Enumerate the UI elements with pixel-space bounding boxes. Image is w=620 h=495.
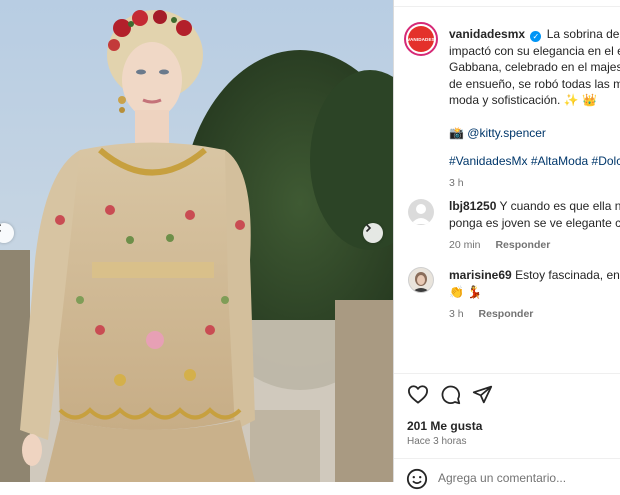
comment-text-line-1: Y cuando es que ella no (500, 199, 620, 213)
header-divider (394, 0, 620, 7)
caption-line-3: Gabbana, celebrado en el majestu (449, 59, 620, 76)
caption-line-1: La sobrina de la p (547, 27, 620, 41)
comment-input[interactable] (438, 470, 618, 486)
comment-username[interactable]: lbj81250 (449, 199, 496, 213)
comment-item: marisine69 Estoy fascinada, encan 👏 💃 3 … (449, 267, 620, 323)
photo-illustration (0, 0, 393, 482)
avatar-logo: VANIDADES (408, 26, 434, 52)
comment-time: 3 h (449, 308, 464, 320)
author-avatar[interactable]: VANIDADES (404, 22, 438, 56)
comment-text-line-2: ponga es joven se ve elegante con (449, 215, 620, 232)
caption-line-5: moda y sofisticación. ✨ 👑 (449, 92, 620, 109)
comment-text-line-2: 👏 💃 (449, 284, 620, 301)
comment-icon[interactable] (440, 384, 461, 410)
caption-mention[interactable]: 📸 @kitty.spencer (449, 125, 620, 142)
verified-badge-icon: ✓ (530, 31, 541, 42)
reply-button[interactable]: Responder (479, 308, 534, 320)
comment-avatar[interactable] (408, 199, 434, 225)
comment-text-line-1: Estoy fascinada, encan (515, 268, 620, 282)
comment-item: lbj81250 Y cuando es que ella no ponga e… (449, 198, 620, 254)
post-caption: vanidadesmx ✓ La sobrina de la p impactó… (449, 26, 620, 191)
share-icon[interactable] (472, 384, 493, 410)
caption-time: 3 h (449, 175, 620, 192)
caption-line-4: de ensueño, se robó todas las mir (449, 76, 620, 93)
profile-photo (409, 268, 433, 292)
actions-divider (394, 373, 620, 374)
comments-panel: VANIDADES vanidadesmx ✓ La sobrina de la… (394, 0, 620, 482)
heart-icon[interactable] (407, 384, 429, 409)
comment-time: 20 min (449, 239, 481, 251)
post-photo[interactable] (0, 0, 393, 482)
comment-avatar[interactable] (408, 267, 434, 293)
caption-hashtags[interactable]: #VanidadesMx #AltaModa #Dolce (449, 153, 620, 170)
post-time-ago: Hace 3 horas (407, 436, 466, 447)
default-avatar-icon (408, 199, 434, 225)
comment-username[interactable]: marisine69 (449, 268, 512, 282)
input-divider (394, 458, 620, 459)
caption-username[interactable]: vanidadesmx (449, 27, 525, 41)
likes-count[interactable]: 201 Me gusta (407, 419, 482, 433)
reply-button[interactable]: Responder (495, 239, 550, 251)
next-photo-button[interactable] (363, 223, 383, 243)
caption-line-2: impactó con su elegancia en el es (449, 43, 620, 60)
